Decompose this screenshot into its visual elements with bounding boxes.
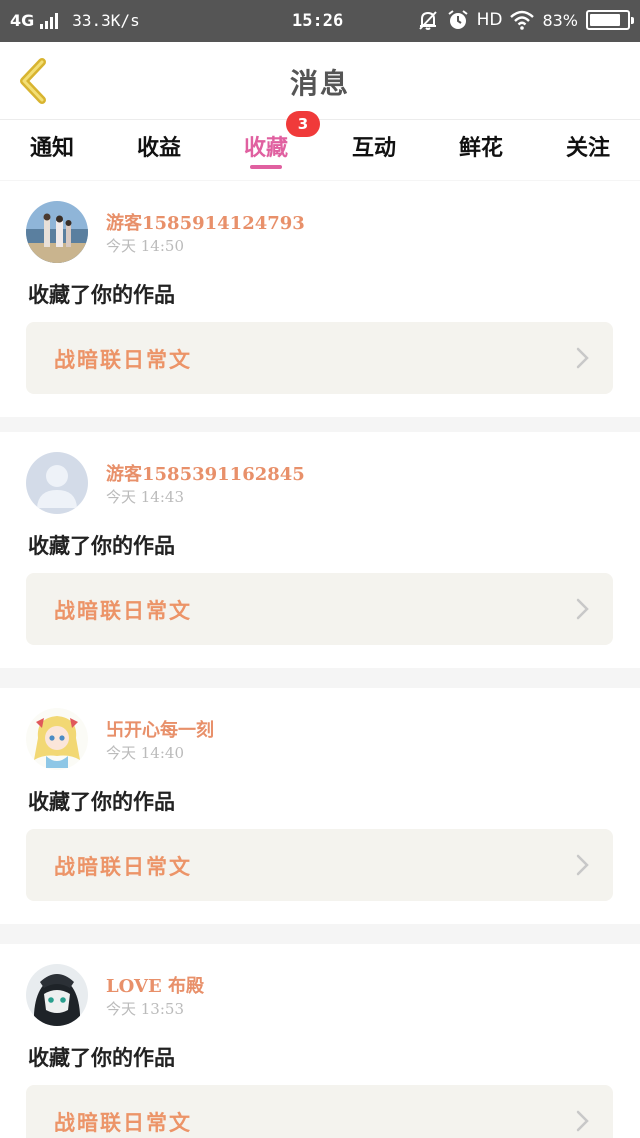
chevron-right-icon (576, 854, 589, 876)
username[interactable]: LOVE 布殿 (106, 972, 204, 998)
action-text: 收藏了你的作品 (28, 1045, 175, 1070)
work-title: 战暗联日常文 (54, 598, 192, 623)
bell-off-icon (418, 11, 437, 30)
action-text: 收藏了你的作品 (28, 789, 175, 814)
tab-flowers[interactable]: 鲜花 (441, 130, 521, 162)
battery-percent: 83% (542, 10, 578, 30)
timestamp: 今天 14:50 (106, 237, 184, 255)
work-link[interactable]: 战暗联日常文 (26, 829, 613, 901)
timestamp: 今天 14:40 (106, 744, 184, 762)
alarm-icon (447, 10, 468, 29)
work-title: 战暗联日常文 (54, 854, 192, 879)
hd-indicator: HD (476, 10, 503, 30)
chevron-right-icon (576, 598, 589, 620)
work-link[interactable]: 战暗联日常文 (26, 573, 613, 645)
avatar[interactable] (26, 452, 88, 514)
action-text: 收藏了你的作品 (28, 533, 175, 558)
signal-icon (40, 12, 59, 29)
work-title: 战暗联日常文 (54, 347, 192, 372)
wifi-icon (510, 10, 535, 30)
status-right: HD 83% (417, 9, 634, 31)
network-speed: 33.3K/s (72, 11, 140, 30)
username[interactable]: 游客1585391162845 (106, 460, 305, 486)
clock: 15:26 (292, 11, 344, 31)
username[interactable]: 卐开心每一刻 (106, 716, 214, 742)
work-link[interactable]: 战暗联日常文 (26, 1085, 613, 1138)
chevron-right-icon (576, 347, 589, 369)
network-type: 4G (10, 11, 35, 30)
avatar[interactable] (26, 964, 88, 1026)
timestamp: 今天 14:43 (106, 488, 184, 506)
timestamp: 今天 13:53 (106, 1000, 184, 1018)
status-bar: 4G 33.3K/s 15:26 HD 83% (0, 0, 640, 42)
battery-icon (586, 10, 634, 30)
active-tab-indicator (250, 165, 282, 169)
list-item: 游客1585391162845 今天 14:43 收藏了你的作品 战暗联日常文 (0, 432, 640, 668)
username[interactable]: 游客1585914124793 (106, 209, 305, 235)
avatar[interactable] (26, 201, 88, 263)
battery-level (590, 14, 620, 26)
list-item: LOVE 布殿 今天 13:53 收藏了你的作品 战暗联日常文 (0, 944, 640, 1138)
work-link[interactable]: 战暗联日常文 (26, 322, 613, 394)
action-text: 收藏了你的作品 (28, 282, 175, 307)
chevron-right-icon (576, 1110, 589, 1132)
tab-earnings[interactable]: 收益 (119, 130, 199, 162)
favorites-count-badge: 3 (286, 111, 320, 137)
list-item: 游客1585914124793 今天 14:50 收藏了你的作品 战暗联日常文 (0, 181, 640, 417)
avatar[interactable] (26, 708, 88, 770)
nav-header: 消息 (0, 42, 640, 120)
work-title: 战暗联日常文 (54, 1110, 192, 1135)
page-title: 消息 (289, 67, 350, 100)
list-item: 卐开心每一刻 今天 14:40 收藏了你的作品 战暗联日常文 (0, 688, 640, 924)
status-left: 4G 33.3K/s (10, 11, 140, 30)
tab-following[interactable]: 关注 (548, 130, 628, 162)
tab-notifications[interactable]: 通知 (12, 130, 92, 162)
tab-interactions[interactable]: 互动 (334, 130, 414, 162)
tab-bar: 通知 收益 收藏 互动 鲜花 关注 (0, 120, 640, 180)
